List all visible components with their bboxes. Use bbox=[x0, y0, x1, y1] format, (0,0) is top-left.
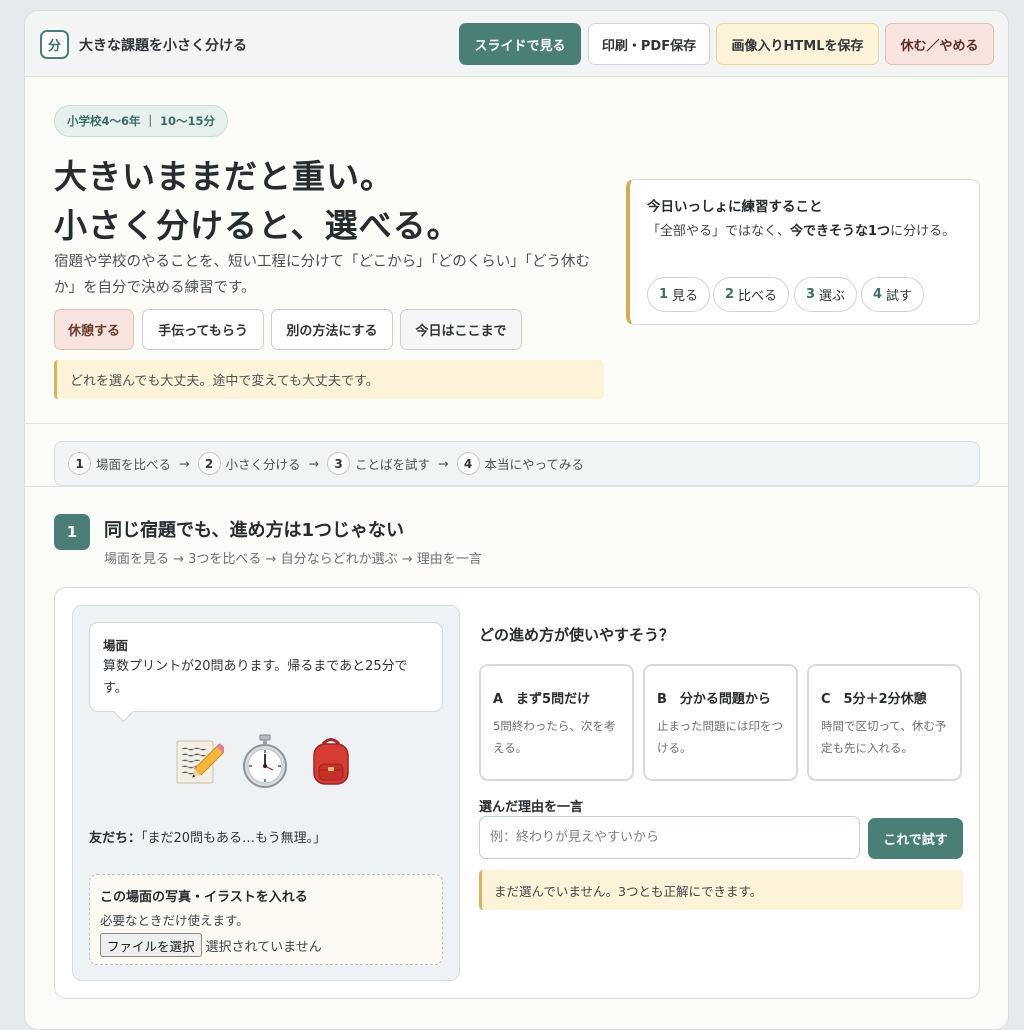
practice-step-label: 試す bbox=[886, 289, 913, 304]
arrow-right-icon: → bbox=[438, 456, 449, 471]
upload-title: この場面の写真・イラストを入れる bbox=[100, 890, 308, 905]
rest-stop-button[interactable]: 休む／やめる bbox=[885, 23, 994, 65]
take-break-button[interactable]: 休憩する bbox=[54, 309, 134, 350]
scene-text: 算数プリントが20問あります。帰るまであと25分です。 bbox=[103, 659, 408, 696]
save-html-button[interactable]: 画像入りHTMLを保存 bbox=[716, 23, 879, 65]
other-method-button[interactable]: 別の方法にする bbox=[271, 309, 393, 350]
practice-step-number: 4 bbox=[873, 287, 883, 302]
practice-step-chip: 2 比べる bbox=[713, 277, 790, 312]
practice-step-number: 1 bbox=[659, 287, 669, 302]
app-logo-icon: 分 bbox=[40, 30, 69, 59]
ask-help-button[interactable]: 手伝ってもらう bbox=[142, 309, 264, 350]
memo-pencil-icon bbox=[173, 733, 225, 789]
practice-card: 今日いっしょに練習すること 「全部やる」ではなく、今できそうな1つに分ける。 1… bbox=[626, 179, 980, 325]
practice-step-chip: 1 見る bbox=[647, 277, 711, 312]
scene-panel: 場面 算数プリントが20問あります。帰るまであと25分です。 友だち：「まだ20… bbox=[72, 605, 460, 981]
practice-step-number: 2 bbox=[725, 287, 735, 302]
app-window: 分 大きな課題を小さく分ける スライドで見る 印刷・PDF保存 画像入りHTML… bbox=[24, 10, 1009, 1030]
headline-line-2: 小さく分けると、選べる。 bbox=[54, 206, 461, 245]
question-title: どの進め方が使いやすそう？ bbox=[479, 626, 675, 644]
arrow-right-icon: → bbox=[179, 456, 190, 471]
progress-step-label: ことばを試す bbox=[355, 457, 431, 472]
progress-step-number: 2 bbox=[197, 452, 221, 475]
friend-text: 「まだ20問もある…もう無理。」 bbox=[141, 831, 327, 846]
page-headline: 大きいままだと重い。 小さく分けると、選べる。 bbox=[54, 152, 461, 250]
progress-step-label: 場面を比べる bbox=[96, 457, 172, 472]
friend-label: 友だち： bbox=[89, 831, 142, 846]
practice-step-label: 見る bbox=[672, 289, 699, 304]
practice-step-chip: 4 試す bbox=[861, 277, 925, 312]
scene-icons bbox=[173, 733, 357, 789]
choice-description: 時間で区切って、休む予定も先に入れる。 bbox=[821, 719, 947, 755]
choice-title: A まず5問だけ bbox=[493, 692, 591, 707]
practice-step-label: 比べる bbox=[738, 289, 778, 304]
reassurance-note: どれを選んでも大丈夫。途中で変えても大丈夫です。 bbox=[54, 360, 604, 399]
reason-label: 選んだ理由を一言 bbox=[479, 800, 584, 815]
practice-text-after: に分ける。 bbox=[890, 224, 956, 239]
upload-help-text: 必要なときだけ使えます。 bbox=[100, 913, 249, 928]
stop-today-button[interactable]: 今日はここまで bbox=[400, 309, 522, 350]
practice-step-number: 3 bbox=[806, 287, 816, 302]
choice-description: 5問終わったら、次を考える。 bbox=[493, 719, 616, 755]
try-this-button[interactable]: これで試す bbox=[868, 818, 963, 859]
choice-card-b[interactable]: B 分かる問題から 止まった問題には印をつける。 bbox=[643, 664, 798, 781]
section-title: 同じ宿題でも、進め方は1つじゃない bbox=[104, 520, 404, 541]
activity-card: 場面 算数プリントが20問あります。帰るまであと25分です。 友だち：「まだ20… bbox=[54, 587, 980, 999]
file-status-text: 選択されていません bbox=[205, 939, 322, 955]
section-divider bbox=[25, 486, 1008, 487]
practice-text: 「全部やる」ではなく、今できそうな1つに分ける。 bbox=[647, 220, 957, 243]
practice-step-chip: 3 選ぶ bbox=[794, 277, 858, 312]
practice-text-before: 「全部やる」ではなく、 bbox=[647, 224, 791, 239]
app-title: 大きな課題を小さく分ける bbox=[79, 38, 247, 54]
choose-file-button[interactable]: ファイルを選択 bbox=[100, 933, 202, 957]
section-number-badge: 1 bbox=[54, 514, 90, 550]
selection-status-note: まだ選んでいません。3つとも正解にできます。 bbox=[479, 870, 963, 910]
scene-speech-bubble: 場面 算数プリントが20問あります。帰るまであと25分です。 bbox=[89, 622, 443, 712]
progress-steps-bar: 1 場面を比べる → 2 小さく分ける → 3 ことばを試す → 4 本当にやってみる bbox=[54, 441, 980, 486]
progress-step-1[interactable]: 1 場面を比べる bbox=[68, 452, 171, 475]
grade-time-badge: 小学校4〜6年 ｜ 10〜15分 bbox=[54, 105, 229, 137]
choice-description: 止まった問題には印をつける。 bbox=[657, 719, 784, 755]
slide-view-button[interactable]: スライドで見る bbox=[459, 23, 581, 65]
progress-step-number: 4 bbox=[456, 452, 480, 475]
progress-step-number: 1 bbox=[68, 452, 91, 475]
practice-title: 今日いっしょに練習すること bbox=[647, 199, 823, 215]
backpack-icon bbox=[305, 733, 357, 789]
top-toolbar: 分 大きな課題を小さく分ける スライドで見る 印刷・PDF保存 画像入りHTML… bbox=[25, 11, 1008, 77]
reason-input[interactable] bbox=[479, 816, 860, 859]
section-subtitle: 場面を見る → 3つを比べる → 自分ならどれか選ぶ → 理由を一言 bbox=[104, 552, 482, 567]
progress-step-4[interactable]: 4 本当にやってみる bbox=[456, 452, 584, 475]
progress-step-label: 本当にやってみる bbox=[484, 457, 584, 472]
choice-title: B 分かる問題から bbox=[657, 692, 771, 707]
progress-step-label: 小さく分ける bbox=[225, 457, 301, 472]
arrow-right-icon: → bbox=[308, 456, 319, 471]
practice-text-bold: 今できそうな1つ bbox=[790, 224, 891, 239]
progress-step-number: 3 bbox=[327, 452, 350, 475]
file-picker-row: ファイルを選択 選択されていません bbox=[100, 933, 432, 957]
choice-card-a[interactable]: A まず5問だけ 5問終わったら、次を考える。 bbox=[479, 664, 634, 781]
headline-line-1: 大きいままだと重い。 bbox=[54, 157, 394, 196]
friend-quote: 友だち：「まだ20問もある…もう無理。」 bbox=[89, 827, 326, 846]
print-pdf-button[interactable]: 印刷・PDF保存 bbox=[588, 23, 710, 65]
progress-step-3[interactable]: 3 ことばを試す bbox=[327, 452, 430, 475]
stopwatch-icon bbox=[239, 733, 291, 789]
image-upload-box: この場面の写真・イラストを入れる 必要なときだけ使えます。 ファイルを選択 選択… bbox=[89, 874, 443, 965]
hero-section: 小学校4〜6年 ｜ 10〜15分 大きいままだと重い。 小さく分けると、選べる。… bbox=[25, 78, 1008, 424]
practice-step-label: 選ぶ bbox=[819, 289, 846, 304]
scene-label: 場面 bbox=[103, 638, 129, 653]
choice-card-c[interactable]: C 5分＋2分休憩 時間で区切って、休む予定も先に入れる。 bbox=[807, 664, 962, 781]
progress-step-2[interactable]: 2 小さく分ける bbox=[197, 452, 301, 475]
lead-text: 宿題や学校のやることを、短い工程に分けて「どこから」「どのくらい」「どう休むか」… bbox=[54, 254, 591, 296]
choice-title: C 5分＋2分休憩 bbox=[821, 692, 927, 707]
